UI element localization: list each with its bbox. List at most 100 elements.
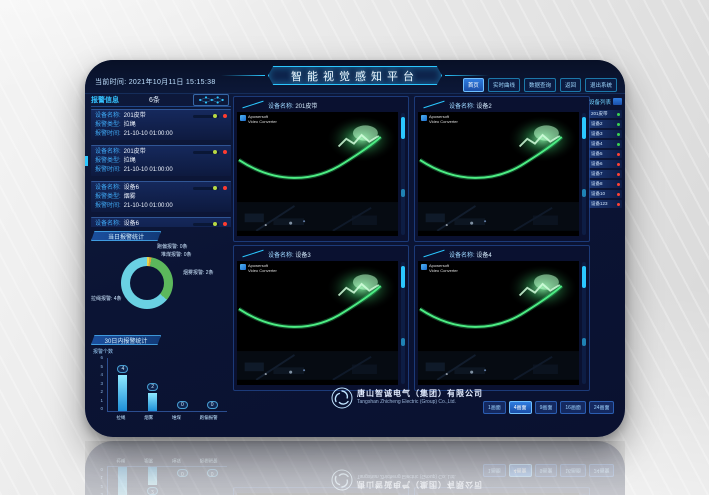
device-list-item[interactable]: 设备10 [589, 190, 622, 198]
company-name-en: Tangshan Zhicheng Electric (Group) Co.,L… [357, 399, 456, 405]
y-axis-label: 报警个数 [93, 348, 113, 355]
x-axis-categories: 拉绳 烟雾 堆煤 跑偏报警 [107, 415, 227, 421]
green-status-dot [213, 222, 217, 226]
topology-icon [193, 94, 229, 106]
video-scrollbar[interactable] [582, 113, 586, 235]
device-list-item[interactable]: 设备4 [589, 140, 622, 148]
donut-ring [121, 257, 173, 309]
status-dot [617, 203, 620, 206]
status-dot [617, 143, 620, 146]
nav-exit-button[interactable]: 退出系统 [585, 78, 617, 92]
donut-label-yanwu: 烟雾报警: 2条 [183, 269, 214, 276]
device-list-item[interactable]: 设备3 [589, 130, 622, 138]
daily-alarm-donut-chart: 拉绳报警: 4条 烟雾报警: 2条 跑偏报警: 0条 堆煤报警: 0条 [91, 243, 231, 331]
video-screen[interactable]: ApowersoftVideo Converter [418, 112, 579, 236]
alarm-count-badge: 6条 [149, 95, 160, 105]
video-frame [418, 112, 579, 231]
title-decor-right [445, 75, 489, 76]
view-24-button[interactable]: 24画面 [589, 401, 615, 414]
y-tick-label: 3 [93, 382, 103, 387]
nav-data-query-button[interactable]: 数据查询 [524, 78, 556, 92]
alarm-list: 设备名称:201皮带 报警类型:拉绳 报警时间:21-10-10 01:00:0… [91, 109, 231, 227]
y-tick-label: 4 [93, 373, 103, 378]
scrollbar-thumb[interactable] [401, 189, 405, 197]
device-list-item[interactable]: 设备7 [589, 170, 622, 178]
video-screen[interactable]: ApowersoftVideo Converter [237, 112, 398, 236]
view-4-button[interactable]: 4画面 [509, 401, 532, 414]
nav-home-button[interactable]: 首页 [463, 78, 484, 92]
current-time: 当前时间: 2021年10月11日 15:15:38 [95, 77, 216, 87]
alarm-indicator [193, 222, 227, 226]
status-dot [617, 123, 620, 126]
daily-stats-title: 当日报警统计 [91, 231, 161, 241]
page-title: 智能视觉感知平台 [268, 66, 442, 85]
alarm-header: 报警信息 6条 [91, 94, 231, 107]
video-frame [237, 261, 398, 380]
video-panel-3[interactable]: 设备名称: 设备3 ApowersoftVideo Con [233, 245, 409, 391]
desktop-background: 当前时间: 2021年10月11日 15:15:38 智能视觉感知平台 首页 实… [0, 0, 709, 495]
device-list-more-button[interactable] [613, 98, 622, 105]
donut-label-lasheng: 拉绳报警: 4条 [91, 295, 122, 302]
watermark: ApowersoftVideo Converter [240, 115, 277, 124]
green-status-dot [213, 114, 217, 118]
dashboard-panel: 当前时间: 2021年10月11日 15:15:38 智能视觉感知平台 首页 实… [85, 60, 625, 437]
status-dot [617, 183, 620, 186]
watermark: ApowersoftVideo Converter [421, 264, 458, 273]
video-scrollbar[interactable] [401, 262, 405, 384]
watermark-icon [421, 115, 427, 121]
y-tick-label: 5 [93, 365, 103, 370]
video-scrollbar[interactable] [582, 262, 586, 384]
view-9-button[interactable]: 9画面 [535, 401, 558, 414]
nav-realtime-curve-button[interactable]: 实时曲线 [488, 78, 520, 92]
status-dot [617, 113, 620, 116]
watermark-icon [240, 264, 246, 270]
video-screen[interactable]: ApowersoftVideo Converter [237, 261, 398, 385]
device-list-item[interactable]: 设备8 [589, 180, 622, 188]
alarm-card[interactable]: 设备名称:设备6 报警类型:烟雾 报警时间:21-10-10 01:00:00 [91, 217, 231, 227]
scrollbar-thumb[interactable] [582, 338, 586, 346]
top-nav: 首页 实时曲线 数据查询 返回 退出系统 [463, 78, 617, 92]
scrollbar-thumb[interactable] [582, 266, 586, 288]
alarm-card[interactable]: 设备名称:201皮带 报警类型:拉绳 报警时间:21-10-10 01:00:0… [91, 109, 231, 140]
device-list-item[interactable]: 设备123 [589, 200, 622, 208]
alarm-card[interactable]: 设备名称:设备6 报警类型:烟雾 报警时间:21-10-10 01:00:00 [91, 181, 231, 212]
bar-column: 0 [207, 358, 218, 411]
red-status-dot [223, 150, 227, 154]
nav-back-button[interactable]: 返回 [560, 78, 581, 92]
scrollbar-thumb[interactable] [582, 189, 586, 197]
view-1-button[interactable]: 1画面 [483, 401, 506, 414]
status-dot [617, 173, 620, 176]
alarm-card[interactable]: 设备名称:201皮带 报警类型:拉绳 报警时间:21-10-10 01:00:0… [91, 145, 231, 176]
video-header: 设备名称: 设备4 [415, 246, 589, 260]
scrollbar-thumb[interactable] [401, 338, 405, 346]
video-panel-1[interactable]: 设备名称: 201皮带 ApowersoftVideo C [233, 96, 409, 242]
device-list-item[interactable]: 设备5 [589, 150, 622, 158]
device-list-header: 设备列表 [589, 96, 622, 107]
video-scrollbar[interactable] [401, 113, 405, 235]
y-tick-label: 2 [93, 390, 103, 395]
device-list-item[interactable]: 设备2 [589, 120, 622, 128]
device-list-item[interactable]: 设备6 [589, 160, 622, 168]
video-panel-2[interactable]: 设备名称: 设备2 ApowersoftVideo Con [414, 96, 590, 242]
video-frame [418, 261, 579, 380]
scrollbar-thumb[interactable] [582, 117, 586, 139]
video-grid: 设备名称: 201皮带 ApowersoftVideo C [233, 96, 590, 391]
monthly-alarm-bar-chart: 报警个数 6543210 4 2 0 0 拉绳 烟雾 堆煤 跑偏报警 [91, 348, 231, 428]
device-list-item[interactable]: 201皮带 [589, 110, 622, 118]
bar-column: 2 [147, 358, 158, 411]
video-header: 设备名称: 201皮带 [234, 97, 408, 111]
view-switcher: 1画面 4画面 9画面 16画面 24画面 [483, 401, 614, 414]
company-name-cn: 唐山智诚电气（集团）有限公司 [357, 388, 483, 399]
watermark: ApowersoftVideo Converter [240, 264, 277, 273]
donut-label-duimei: 堆煤报警: 0条 [161, 251, 192, 258]
alarm-title: 报警信息 [91, 95, 119, 105]
red-status-dot [223, 114, 227, 118]
title-decor-left [221, 75, 265, 76]
status-dot [617, 163, 620, 166]
scrollbar-thumb[interactable] [401, 266, 405, 288]
scrollbar-thumb[interactable] [401, 117, 405, 139]
view-16-button[interactable]: 16画面 [560, 401, 586, 414]
watermark-icon [240, 115, 246, 121]
video-panel-4[interactable]: 设备名称: 设备4 ApowersoftVideo Con [414, 245, 590, 391]
video-screen[interactable]: ApowersoftVideo Converter [418, 261, 579, 385]
